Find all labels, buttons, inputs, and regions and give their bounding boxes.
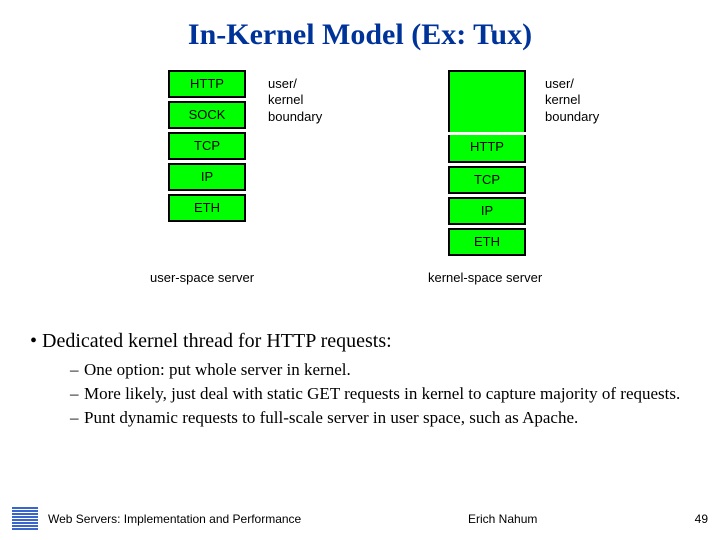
layer-tcp: TCP: [168, 132, 246, 160]
layer-http: HTTP: [168, 70, 246, 98]
layer-ip: IP: [448, 197, 526, 225]
footer-left-text: Web Servers: Implementation and Performa…: [48, 512, 468, 526]
caption-kernel-space: kernel-space server: [428, 270, 542, 285]
slide-footer: Web Servers: Implementation and Performa…: [0, 507, 720, 530]
layer-eth: ETH: [448, 228, 526, 256]
sub-bullet: Punt dynamic requests to full-scale serv…: [70, 407, 690, 429]
footer-author: Erich Nahum: [468, 512, 668, 526]
layer-spacer: [448, 70, 526, 132]
boundary-label-right: user/ kernel boundary: [545, 76, 599, 125]
lead-bullet-text: Dedicated kernel thread for HTTP request…: [42, 330, 392, 352]
ibm-logo-icon: [12, 507, 38, 530]
page-number: 49: [668, 512, 708, 526]
sub-bullet: One option: put whole server in kernel.: [70, 359, 690, 381]
kernel-space-stack: HTTP TCP IP ETH: [448, 70, 526, 256]
layer-http: HTTP: [448, 135, 526, 163]
user-space-stack: HTTP SOCK TCP IP ETH: [168, 70, 246, 222]
lead-bullet: • Dedicated kernel thread for HTTP reque…: [30, 330, 690, 353]
bullet-content: • Dedicated kernel thread for HTTP reque…: [30, 330, 690, 428]
diagram-area: HTTP SOCK TCP IP ETH user/ kernel bounda…: [0, 70, 720, 310]
boundary-label-left: user/ kernel boundary: [268, 76, 322, 125]
layer-ip: IP: [168, 163, 246, 191]
layer-eth: ETH: [168, 194, 246, 222]
caption-user-space: user-space server: [150, 270, 254, 285]
layer-tcp: TCP: [448, 166, 526, 194]
sub-bullet: More likely, just deal with static GET r…: [70, 383, 690, 405]
layer-sock: SOCK: [168, 101, 246, 129]
sub-bullets: One option: put whole server in kernel. …: [70, 359, 690, 428]
slide-title: In-Kernel Model (Ex: Tux): [0, 0, 720, 52]
